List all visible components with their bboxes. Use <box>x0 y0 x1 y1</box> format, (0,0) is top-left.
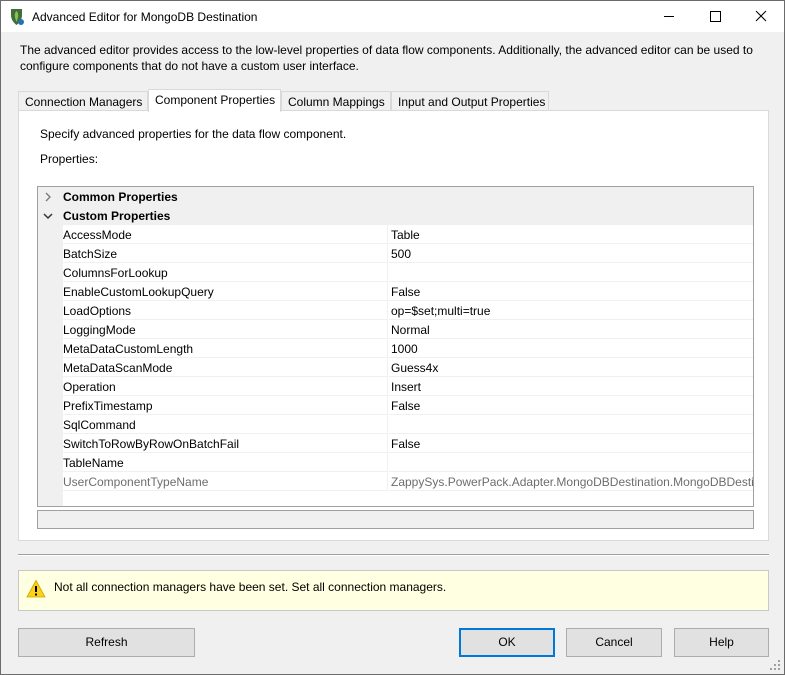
maximize-icon <box>710 11 721 22</box>
property-name: LoadOptions <box>63 301 388 320</box>
tab-component-properties[interactable]: Component Properties <box>148 89 281 112</box>
property-row[interactable]: LoggingMode Normal <box>38 320 753 339</box>
category-common-properties[interactable]: Common Properties <box>38 187 753 206</box>
tab-column-mappings[interactable]: Column Mappings <box>281 91 391 111</box>
property-value[interactable]: False <box>389 434 753 453</box>
property-value[interactable] <box>389 415 753 434</box>
property-value[interactable]: Normal <box>389 320 753 339</box>
property-row[interactable]: UserComponentTypeName ZappySys.PowerPack… <box>38 472 753 491</box>
property-name: BatchSize <box>63 244 388 263</box>
properties-label: Properties: <box>40 152 99 166</box>
property-name: LoggingMode <box>63 320 388 339</box>
category-label: Custom Properties <box>63 209 171 223</box>
tab-input-output-properties[interactable]: Input and Output Properties <box>391 91 549 111</box>
property-value: ZappySys.PowerPack.Adapter.MongoDBDestin… <box>389 472 753 491</box>
title-bar: Advanced Editor for MongoDB Destination <box>1 1 784 32</box>
cancel-button[interactable]: Cancel <box>566 628 662 657</box>
category-label: Common Properties <box>63 190 178 204</box>
property-row[interactable]: AccessMode Table <box>38 225 753 244</box>
property-value[interactable]: Table <box>389 225 753 244</box>
property-name: AccessMode <box>63 225 388 244</box>
property-row[interactable]: PrefixTimestamp False <box>38 396 753 415</box>
property-row[interactable]: SqlCommand <box>38 415 753 434</box>
help-button[interactable]: Help <box>674 628 769 657</box>
property-row[interactable]: ColumnsForLookup <box>38 263 753 282</box>
property-name: MetaDataScanMode <box>63 358 388 377</box>
property-name: PrefixTimestamp <box>63 396 388 415</box>
minimize-button[interactable] <box>646 1 692 32</box>
close-button[interactable] <box>738 1 784 32</box>
close-icon <box>755 10 767 22</box>
resize-grip-icon[interactable] <box>769 659 781 671</box>
property-name: SwitchToRowByRowOnBatchFail <box>63 434 388 453</box>
property-help-box <box>37 510 754 529</box>
mongodb-leaf-icon <box>11 9 24 25</box>
property-name: ColumnsForLookup <box>63 263 388 282</box>
property-value[interactable]: op=$set;multi=true <box>389 301 753 320</box>
separator <box>18 554 769 556</box>
chevron-down-icon[interactable] <box>41 209 55 223</box>
warning-bar: Not all connection managers have been se… <box>18 570 769 611</box>
property-grid[interactable]: Common Properties Custom Properties Acce… <box>37 186 754 507</box>
property-name: EnableCustomLookupQuery <box>63 282 388 301</box>
warning-message: Not all connection managers have been se… <box>54 580 447 594</box>
property-value[interactable]: 500 <box>389 244 753 263</box>
window-title: Advanced Editor for MongoDB Destination <box>32 10 258 24</box>
property-name: SqlCommand <box>63 415 388 434</box>
chevron-right-icon[interactable] <box>41 190 55 204</box>
panel-description: Specify advanced properties for the data… <box>40 127 347 141</box>
tab-connection-managers[interactable]: Connection Managers <box>18 91 148 111</box>
property-row[interactable]: MetaDataScanMode Guess4x <box>38 358 753 377</box>
property-value[interactable]: Guess4x <box>389 358 753 377</box>
refresh-button[interactable]: Refresh <box>18 628 195 657</box>
category-custom-properties[interactable]: Custom Properties <box>38 206 753 225</box>
property-row[interactable]: MetaDataCustomLength 1000 <box>38 339 753 358</box>
property-row[interactable]: SwitchToRowByRowOnBatchFail False <box>38 434 753 453</box>
property-value[interactable]: False <box>389 396 753 415</box>
ok-button[interactable]: OK <box>459 628 555 657</box>
property-value[interactable]: False <box>389 282 753 301</box>
property-value[interactable] <box>389 453 753 472</box>
minimize-icon <box>664 16 674 17</box>
component-properties-panel: Specify advanced properties for the data… <box>18 110 769 541</box>
intro-text: The advanced editor provides access to t… <box>20 43 753 73</box>
property-value[interactable] <box>389 263 753 282</box>
property-name: UserComponentTypeName <box>63 472 388 491</box>
property-row[interactable]: BatchSize 500 <box>38 244 753 263</box>
maximize-button[interactable] <box>692 1 738 32</box>
property-value[interactable]: 1000 <box>389 339 753 358</box>
advanced-editor-dialog: Advanced Editor for MongoDB Destination … <box>0 0 785 675</box>
property-row[interactable]: TableName <box>38 453 753 472</box>
property-value[interactable]: Insert <box>389 377 753 396</box>
property-name: MetaDataCustomLength <box>63 339 388 358</box>
property-row[interactable]: Operation Insert <box>38 377 753 396</box>
property-row[interactable]: EnableCustomLookupQuery False <box>38 282 753 301</box>
property-row[interactable]: LoadOptions op=$set;multi=true <box>38 301 753 320</box>
property-name: TableName <box>63 453 388 472</box>
warning-icon <box>26 579 46 598</box>
property-name: Operation <box>63 377 388 396</box>
